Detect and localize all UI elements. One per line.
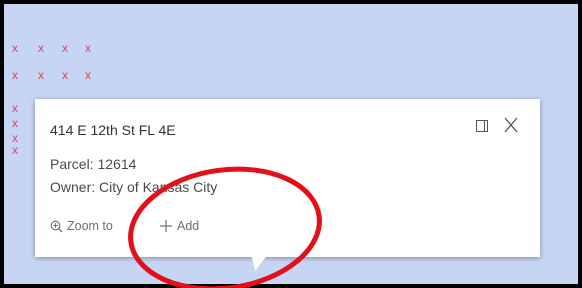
map-marker[interactable]: x [85,42,91,54]
map-frame: x x x x x x x x x x x x 414 E 12th St FL… [0,0,582,288]
map-marker[interactable]: x [62,42,68,54]
feature-popup: 414 E 12th St FL 4E Parcel: 12614 Owner:… [35,99,540,257]
parcel-field: Parcel: 12614 [50,156,137,172]
zoom-to-button[interactable]: Zoom to [50,219,113,233]
zoom-to-label: Zoom to [67,219,113,233]
add-button[interactable]: Add [159,219,199,233]
map-marker[interactable]: x [12,42,18,54]
owner-field: Owner: City of Kansas City [50,179,218,195]
popup-title: 414 E 12th St FL 4E [50,122,176,138]
map-marker[interactable]: x [12,144,18,156]
map-marker[interactable]: x [85,69,91,81]
map-marker[interactable]: x [38,69,44,81]
map-marker[interactable]: x [38,42,44,54]
zoom-in-icon [50,220,63,232]
close-icon[interactable] [502,115,520,135]
popup-pointer [248,257,266,271]
dock-panel-icon[interactable] [476,120,488,132]
map-marker[interactable]: x [12,69,18,81]
plus-icon [160,220,172,232]
map-marker[interactable]: x [62,69,68,81]
add-label: Add [177,219,200,233]
map-marker[interactable]: x [12,117,18,129]
map-marker[interactable]: x [12,102,18,114]
